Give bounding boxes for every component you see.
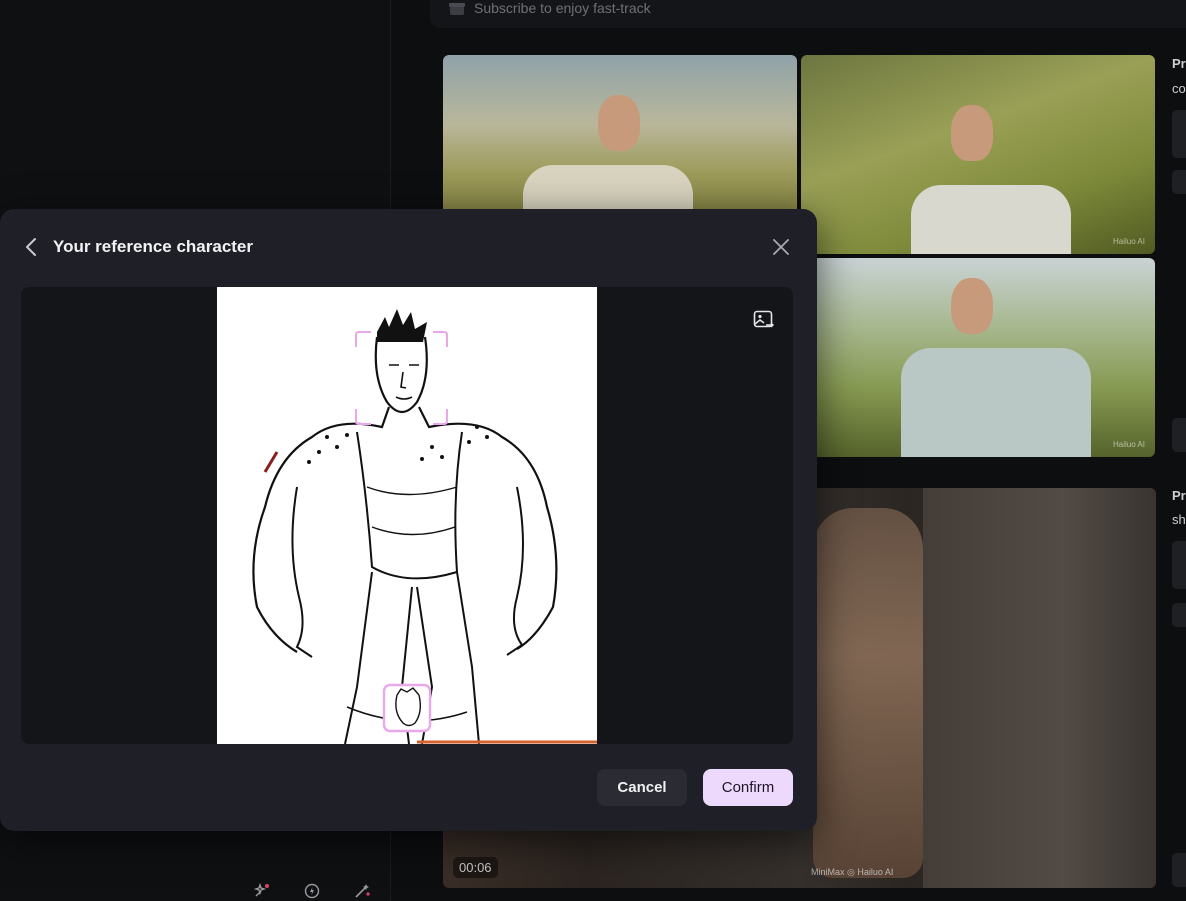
subscribe-banner[interactable]: Subscribe to enjoy fast-track: [430, 0, 1186, 28]
reference-character-modal: Your reference character Cancel Confirm: [0, 209, 817, 831]
figure-shape: [911, 185, 1071, 254]
reference-preview: [21, 287, 793, 744]
modal-header: Your reference character: [20, 235, 253, 259]
side-thumb[interactable]: [1172, 110, 1186, 158]
left-toolbar: [250, 881, 374, 901]
figure-shape: [901, 348, 1091, 457]
modal-title: Your reference character: [53, 237, 254, 256]
replace-image-button[interactable]: [753, 310, 775, 332]
confirm-button[interactable]: Confirm: [703, 769, 793, 806]
side-label: sh: [1172, 512, 1186, 527]
creature-figure: [813, 508, 923, 878]
side-thumb[interactable]: [1172, 541, 1186, 589]
lightning-icon[interactable]: [300, 881, 324, 901]
gift-icon: [449, 3, 465, 15]
watermark: Hailuo AI: [1112, 440, 1145, 449]
figure-head: [951, 278, 993, 334]
figure-head: [951, 105, 993, 161]
watermark: Hailuo AI: [1112, 237, 1145, 246]
right-detail-column: Pr co Pr sh: [1172, 0, 1186, 901]
character-sketch: [252, 309, 597, 744]
video-background: [923, 488, 1156, 888]
side-chip[interactable]: [1172, 170, 1186, 194]
reference-image: [217, 287, 597, 744]
side-label: co: [1172, 81, 1186, 96]
side-label: Pr: [1172, 488, 1186, 503]
image-replace-icon: [753, 310, 774, 328]
video-duration: 00:06: [453, 857, 498, 878]
generated-image[interactable]: Hailuo AI: [801, 258, 1155, 457]
video-watermark: MiniMax ◎ Hailuo AI: [811, 867, 894, 877]
cancel-button[interactable]: Cancel: [597, 769, 687, 806]
chevron-left-icon: [26, 238, 36, 256]
generated-image[interactable]: Hailuo AI: [801, 55, 1155, 254]
close-icon: [773, 239, 789, 255]
magic-sparkle-icon[interactable]: [250, 881, 274, 901]
side-button[interactable]: [1172, 853, 1186, 887]
close-button[interactable]: [771, 237, 791, 257]
banner-text: Subscribe to enjoy fast-track: [474, 0, 651, 16]
side-label: Pr: [1172, 56, 1186, 71]
side-button[interactable]: [1172, 418, 1186, 452]
side-chip[interactable]: [1172, 603, 1186, 627]
figure-head: [598, 95, 640, 151]
magic-wand-icon[interactable]: [350, 881, 374, 901]
back-button[interactable]: [20, 235, 42, 259]
